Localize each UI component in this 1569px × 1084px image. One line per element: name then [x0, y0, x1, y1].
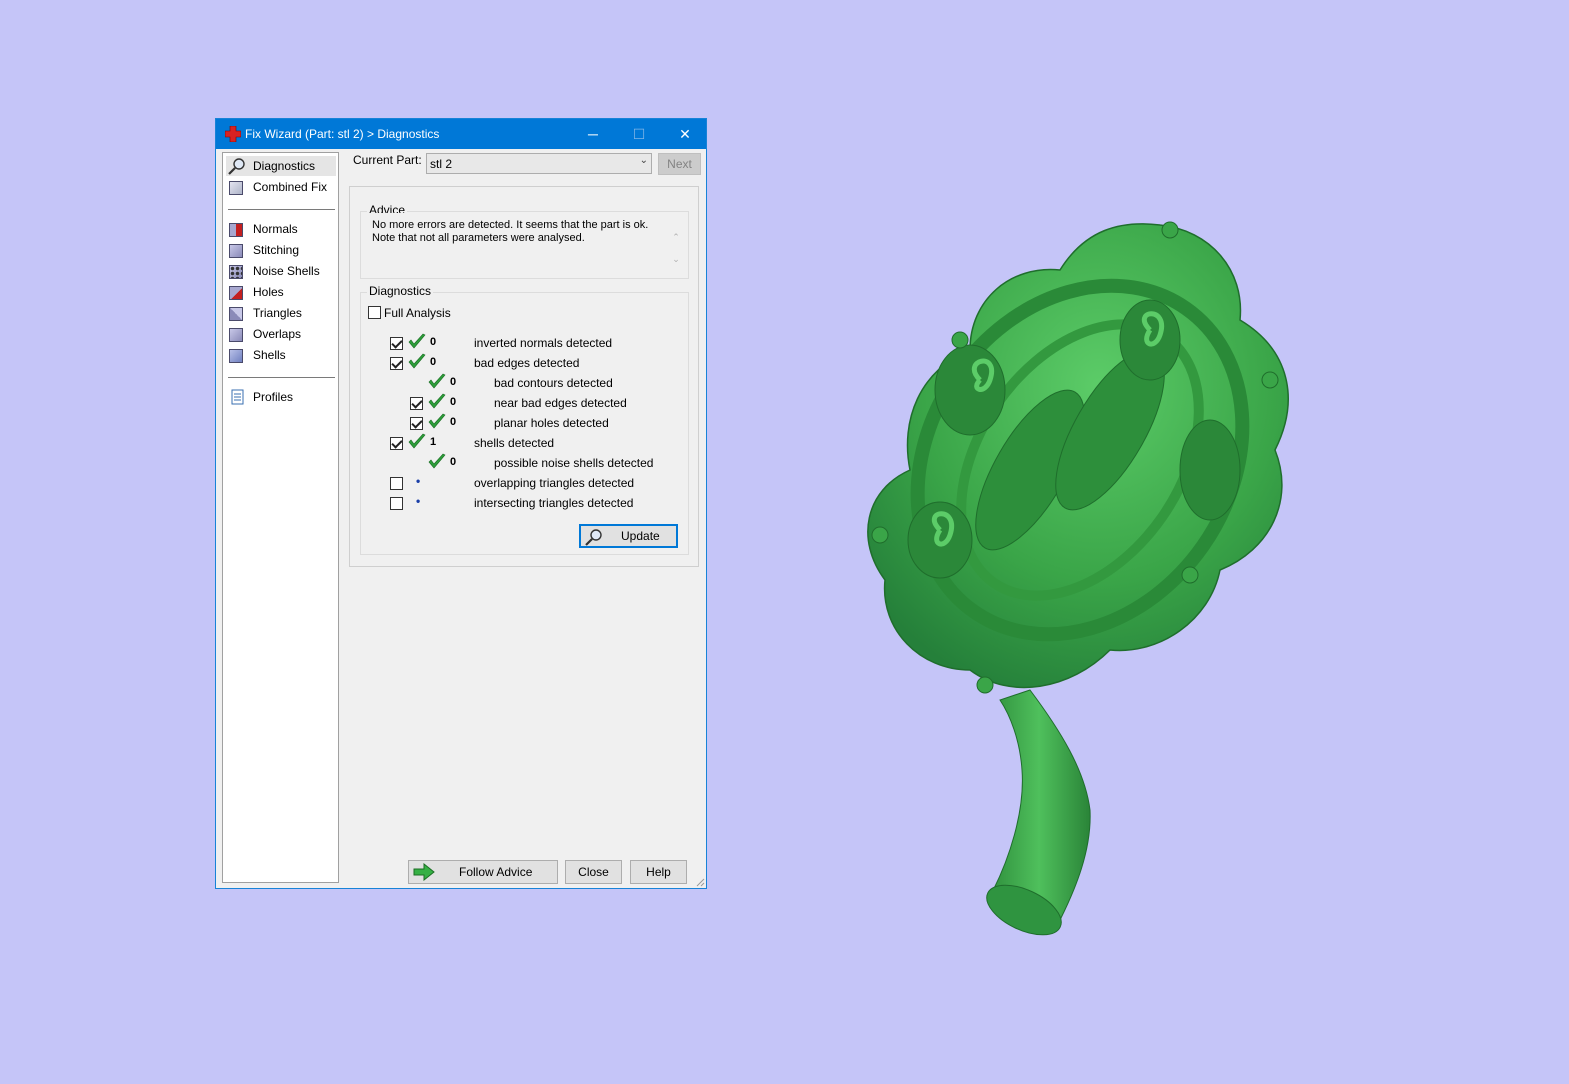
diagnostic-label: possible noise shells detected	[494, 456, 654, 470]
full-analysis-label: Full Analysis	[384, 306, 451, 320]
diagnostic-checkbox[interactable]	[390, 497, 403, 510]
diagnostic-label: planar holes detected	[494, 416, 609, 430]
help-button[interactable]: Help	[630, 860, 687, 884]
sidebar-item-noise-shells[interactable]: Noise Shells	[226, 261, 336, 281]
current-part-value: stl 2	[430, 157, 453, 171]
diagnostic-count: 0	[430, 336, 437, 348]
green-check-icon	[408, 433, 426, 449]
magnifier-icon	[228, 158, 245, 175]
sidebar-item-triangles[interactable]: Triangles	[226, 303, 336, 323]
diagnostics-group: Diagnostics Full Analysis 0 inverted norm…	[360, 284, 689, 555]
normals-icon	[228, 220, 246, 238]
scroll-down-icon[interactable]: ⌄	[670, 248, 682, 270]
sidebar-item-holes[interactable]: Holes	[226, 282, 336, 302]
diagnostic-checkbox[interactable]	[390, 337, 403, 350]
current-part-select[interactable]: stl 2 ⌄	[426, 153, 652, 174]
sidebar-item-overlaps[interactable]: Overlaps	[226, 324, 336, 344]
follow-advice-label: Follow Advice	[459, 865, 533, 879]
diagnostic-row: 0 bad contours detected	[361, 373, 681, 392]
sidebar-item-normals[interactable]: Normals	[226, 219, 336, 239]
diagnostic-row: 0 planar holes detected	[361, 413, 681, 432]
diagnostic-checkbox[interactable]	[390, 357, 403, 370]
diagnostic-row: 0 inverted normals detected	[361, 333, 681, 352]
full-analysis-checkbox[interactable]	[368, 306, 381, 319]
fix-wizard-dialog: Fix Wizard (Part: stl 2) > Diagnostics ─…	[215, 118, 707, 889]
chevron-down-icon: ⌄	[639, 155, 648, 166]
part-3d-model[interactable]	[860, 210, 1300, 940]
maximize-button[interactable]: ☐	[616, 119, 662, 149]
diagnostic-count: 0	[450, 396, 457, 408]
diagnostic-label: shells detected	[474, 436, 555, 450]
diagnostics-title: Diagnostics	[367, 284, 434, 298]
diagnostic-checkbox[interactable]	[410, 417, 423, 430]
sidebar-divider	[228, 377, 335, 378]
triangles-icon	[228, 304, 246, 322]
diagnostic-count: 0	[450, 376, 457, 388]
close-window-button[interactable]: ✕	[662, 119, 708, 149]
app-cross-icon	[225, 126, 241, 142]
diagnostic-label: inverted normals detected	[474, 336, 613, 350]
diagnostic-label: bad edges detected	[474, 356, 580, 370]
minimize-button[interactable]: ─	[570, 119, 616, 149]
advice-scrollbar[interactable]: ⌃ ⌄	[670, 226, 682, 272]
green-check-icon	[428, 453, 446, 469]
sidebar-item-profiles[interactable]: Profiles	[226, 387, 336, 407]
profiles-icon	[231, 389, 244, 405]
green-check-icon	[428, 373, 446, 389]
window-title: Fix Wizard (Part: stl 2) > Diagnostics	[245, 127, 440, 141]
diagnostic-label: intersecting triangles detected	[474, 496, 634, 510]
diagnostic-checkbox[interactable]	[390, 437, 403, 450]
resize-grip-icon[interactable]	[695, 877, 705, 887]
sidebar-item-combined-fix[interactable]: Combined Fix	[226, 177, 336, 197]
sidebar-item-stitching[interactable]: Stitching	[226, 240, 336, 260]
noise-shells-icon	[228, 262, 246, 280]
diagnostic-row: • overlapping triangles detected	[361, 474, 681, 492]
follow-advice-button[interactable]: Follow Advice	[408, 860, 558, 884]
next-button[interactable]: Next	[658, 153, 701, 175]
not-analysed-indicator: •	[416, 494, 421, 508]
stitching-icon	[228, 241, 246, 259]
diagnostic-label: bad contours detected	[494, 376, 613, 390]
diagnostic-row: 0 possible noise shells detected	[361, 453, 681, 472]
advice-textbox[interactable]: No more errors are detected. It seems th…	[362, 213, 665, 275]
green-check-icon	[428, 413, 446, 429]
combined-fix-icon	[228, 178, 246, 196]
shells-icon	[228, 346, 246, 364]
diagnostic-label: overlapping triangles detected	[474, 476, 635, 490]
diagnostic-count: 0	[450, 416, 457, 428]
close-button[interactable]: Close	[565, 860, 622, 884]
update-label: Update	[621, 529, 660, 543]
diagnostic-row: • intersecting triangles detected	[361, 494, 681, 512]
sidebar-item-shells[interactable]: Shells	[226, 345, 336, 365]
diagnostic-row: 0 near bad edges detected	[361, 393, 681, 412]
wizard-sidebar: Diagnostics Combined Fix Normals Stitchi…	[222, 152, 339, 883]
scroll-up-icon[interactable]: ⌃	[670, 226, 682, 248]
diagnostic-row: 0 bad edges detected	[361, 353, 681, 372]
diagnostic-checkbox[interactable]	[390, 477, 403, 490]
not-analysed-indicator: •	[416, 474, 421, 488]
green-check-icon	[428, 393, 446, 409]
diagnostic-count: 0	[450, 456, 457, 468]
title-bar[interactable]: Fix Wizard (Part: stl 2) > Diagnostics ─…	[216, 119, 706, 149]
update-button[interactable]: Update	[579, 524, 678, 548]
diagnostic-row: 1 shells detected	[361, 433, 681, 452]
advice-line-2: Note that not all parameters were analys…	[372, 232, 585, 244]
current-part-label: Current Part:	[353, 153, 422, 167]
magnifier-icon	[585, 529, 602, 546]
diagnostic-count: 1	[430, 436, 437, 448]
overlaps-icon	[228, 325, 246, 343]
sidebar-item-diagnostics[interactable]: Diagnostics	[226, 156, 336, 176]
diagnostic-checkbox[interactable]	[410, 397, 423, 410]
green-check-icon	[408, 333, 426, 349]
sidebar-divider	[228, 209, 335, 210]
holes-icon	[228, 283, 246, 301]
diagnostics-panel: Advice No more errors are detected. It s…	[349, 186, 699, 567]
advice-group: Advice No more errors are detected. It s…	[360, 203, 689, 279]
green-arrow-icon	[413, 863, 435, 881]
diagnostic-count: 0	[430, 356, 437, 368]
advice-line-1: No more errors are detected. It seems th…	[372, 219, 649, 231]
green-check-icon	[408, 353, 426, 369]
diagnostic-label: near bad edges detected	[494, 396, 627, 410]
